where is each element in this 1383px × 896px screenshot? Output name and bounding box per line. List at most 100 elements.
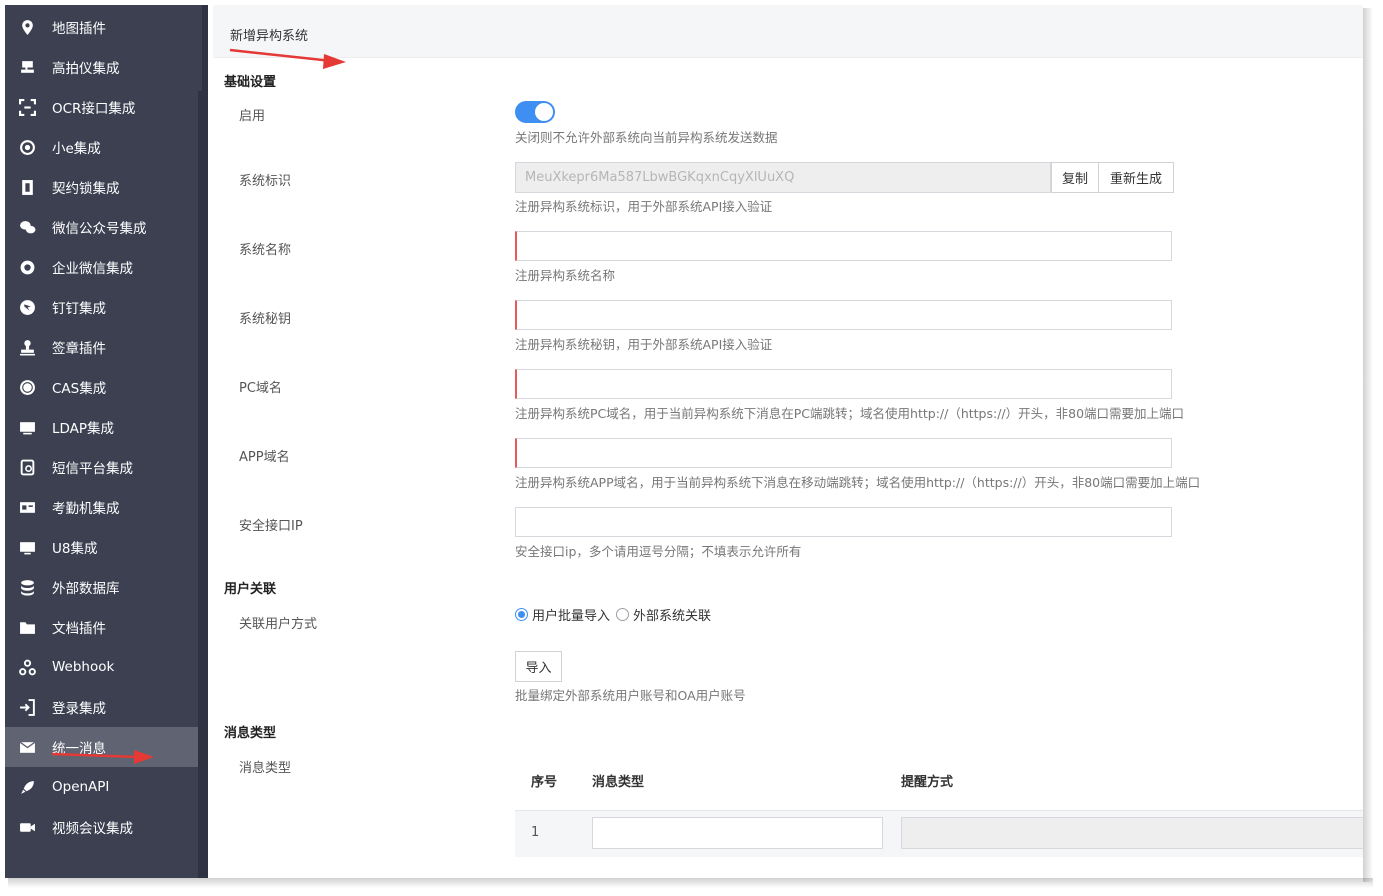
radio-external-link[interactable] [616,608,630,621]
radio-external-link-label: 外部系统关联 [633,609,712,624]
page-header: 新增异构系统 [213,5,1363,58]
sidebar-item-label: OCR接口集成 [52,101,136,117]
secure-ip-input[interactable] [515,507,1172,537]
system-secret-input[interactable] [515,300,1172,330]
app-domain-input[interactable] [515,438,1172,468]
system-id-label: 系统标识 [239,174,292,189]
video-icon [18,818,36,836]
dingtalk-icon [18,298,36,316]
sidebar-item-video-meeting[interactable]: 视频会议集成 [5,807,198,847]
sidebar-item-contract-lock[interactable]: 契约锁集成 [5,167,198,207]
sidebar-item-doc-plugin[interactable]: 文档插件 [5,607,198,647]
webhook-icon [18,658,36,676]
system-name-label: 系统名称 [239,243,292,258]
reminder-select[interactable] [901,817,1363,849]
sidebar-item-label: 钉钉集成 [52,301,106,317]
sidebar-item-label: 高拍仪集成 [52,61,120,77]
sidebar-item-openapi[interactable]: OpenAPI [5,767,198,807]
ip-label: 安全接口IP [239,519,303,534]
sidebar-item-unified-message[interactable]: 统一消息 [5,727,198,767]
rocket-icon [18,778,36,796]
sidebar-item-label: 考勤机集成 [52,501,120,517]
sidebar-item-label: 小e集成 [52,141,101,157]
bot-icon [18,138,36,156]
sidebar-item-wechat[interactable]: 微信公众号集成 [5,207,198,247]
app-domain-hint: 注册异构系统APP域名，用于当前异构系统下消息在移动端跳转；域名使用http:/… [515,475,1201,490]
row-index: 1 [531,825,540,840]
pc-domain-input[interactable] [515,369,1172,399]
enable-hint: 关闭则不允许外部系统向当前异构系统发送数据 [515,130,778,145]
link-method-label: 关联用户方式 [239,617,318,632]
radio-batch-import[interactable] [515,608,528,621]
folder-icon [18,618,36,636]
sidebar-item-label: 企业微信集成 [52,261,133,277]
sidebar-item-external-db[interactable]: 外部数据库 [5,567,198,607]
pc-domain-hint: 注册异构系统PC域名，用于当前异构系统下消息在PC端跳转；域名使用http://… [515,406,1185,421]
sidebar-item-label: 外部数据库 [52,581,120,597]
col-index: 序号 [531,775,558,790]
sms-icon [18,458,36,476]
sidebar-item-xiaoe[interactable]: 小e集成 [5,127,198,167]
sidebar-item-label: OpenAPI [52,779,110,795]
cas-icon [18,378,36,396]
ip-hint: 安全接口ip，多个请用逗号分隔；不填表示允许所有 [515,544,802,559]
system-name-input[interactable] [515,231,1172,261]
sidebar-item-dingtalk[interactable]: 钉钉集成 [5,287,198,327]
enable-toggle[interactable] [515,101,555,123]
sidebar-item-login[interactable]: 登录集成 [5,687,198,727]
sidebar-item-map-plugin[interactable]: 地图插件 [5,7,198,47]
system-name-hint: 注册异构系统名称 [515,268,616,283]
import-button[interactable]: 导入 [515,651,562,682]
sidebar-item-label: 统一消息 [52,741,106,757]
message-type-label: 消息类型 [239,761,292,776]
wechat-icon [18,218,36,236]
message-type-input[interactable] [592,817,883,849]
sidebar-item-cas[interactable]: CAS集成 [5,367,198,407]
radio-batch-import-label: 用户批量导入 [532,609,611,624]
ocr-icon [18,98,36,116]
system-id-hint: 注册异构系统标识，用于外部系统API接入验证 [515,199,773,214]
enable-label: 启用 [239,109,266,124]
sidebar-item-stamp[interactable]: 签章插件 [5,327,198,367]
regenerate-button[interactable]: 重新生成 [1098,162,1174,193]
scanner-icon [18,58,36,76]
sidebar-item-label: CAS集成 [52,381,107,397]
sidebar-edge [202,5,208,878]
sidebar-item-attendance[interactable]: 考勤机集成 [5,487,198,527]
mail-icon [18,738,36,756]
sidebar-item-label: 微信公众号集成 [52,221,147,237]
sidebar-item-label: 文档插件 [52,621,106,637]
sidebar-item-label: 契约锁集成 [52,181,120,197]
sidebar-item-webhook[interactable]: Webhook [5,647,198,687]
sidebar-item-scanner[interactable]: 高拍仪集成 [5,47,198,87]
toggle-knob [535,103,553,121]
window-shadow-right [1363,8,1373,882]
col-reminder: 提醒方式 [901,775,954,790]
sidebar-item-ldap[interactable]: LDAP集成 [5,407,198,447]
col-message-type: 消息类型 [592,775,645,790]
ldap-icon [18,418,36,436]
section-user-link: 用户关联 [224,582,277,597]
u8-icon [18,538,36,556]
main-panel: 新增异构系统 基础设置 启用 关闭则不允许外部系统向当前异构系统发送数据 系统标… [213,5,1363,878]
database-icon [18,578,36,596]
sidebar-item-label: 签章插件 [52,341,106,357]
stamp-icon [18,338,36,356]
sidebar-item-label: Webhook [52,659,115,675]
sidebar-item-u8[interactable]: U8集成 [5,527,198,567]
window-shadow-bottom [8,878,1373,888]
copy-button[interactable]: 复制 [1051,162,1099,193]
sidebar-item-ocr[interactable]: OCR接口集成 [5,87,198,127]
import-hint: 批量绑定外部系统用户账号和OA用户账号 [515,688,746,703]
system-id-field: MeuXkepr6Ma587LbwBGKqxnCqyXlUuXQ [515,162,1051,193]
link-method-radios: 用户批量导入 外部系统关联 [515,605,711,624]
sidebar-item-work-wechat[interactable]: 企业微信集成 [5,247,198,287]
map-pin-icon [18,18,36,36]
app-domain-label: APP域名 [239,450,290,465]
page-title: 新增异构系统 [230,29,309,44]
sidebar-item-sms[interactable]: 短信平台集成 [5,447,198,487]
sidebar-item-label: 短信平台集成 [52,461,133,477]
login-icon [18,698,36,716]
sidebar-item-label: 登录集成 [52,701,106,717]
sidebar-item-label: U8集成 [52,541,98,557]
